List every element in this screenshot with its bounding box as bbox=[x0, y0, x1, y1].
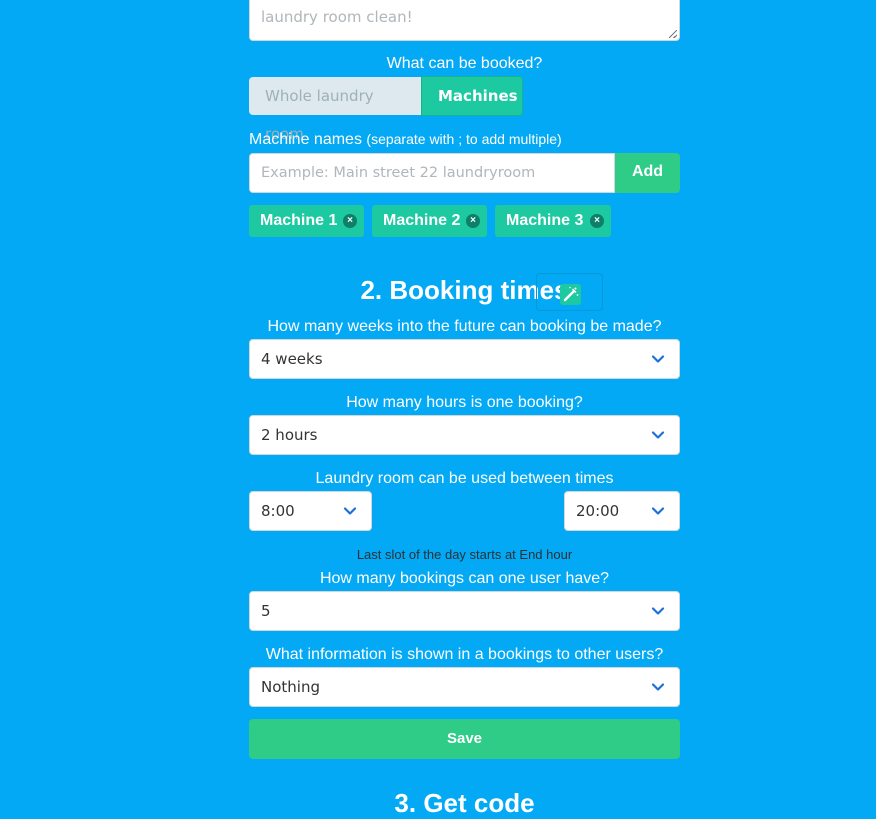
max-bookings-value: 5 bbox=[261, 602, 271, 620]
add-machine-button[interactable]: Add bbox=[615, 153, 680, 193]
option-whole-laundry-room[interactable]: Whole laundry room bbox=[249, 77, 421, 143]
info-select-value: Nothing bbox=[261, 678, 320, 696]
machine-name-input[interactable]: Example: Main street 22 laundryroom bbox=[249, 153, 615, 193]
option-machines[interactable]: Machines bbox=[421, 76, 523, 116]
bookable-toggle: Whole laundry room Machines bbox=[249, 76, 523, 143]
max-bookings-select[interactable]: 5 bbox=[249, 591, 680, 631]
close-icon[interactable]: × bbox=[343, 214, 357, 228]
save-button[interactable]: Save bbox=[249, 719, 680, 759]
machine-tag-label: Machine 1 bbox=[260, 212, 338, 229]
machine-tag: Machine 3 × bbox=[495, 205, 611, 237]
machine-tag: Machine 1 × bbox=[249, 205, 364, 237]
machine-names-label-hint: (separate with ; to add multiple) bbox=[366, 131, 562, 147]
start-time-value: 8:00 bbox=[261, 502, 295, 520]
machine-add-row: Example: Main street 22 laundryroom Add bbox=[249, 153, 680, 193]
times-hint: Last slot of the day starts at End hour bbox=[356, 547, 573, 562]
chevron-down-icon bbox=[651, 607, 665, 615]
chevron-down-icon bbox=[651, 683, 665, 691]
chevron-down-icon bbox=[651, 507, 665, 515]
chevron-down-icon bbox=[651, 355, 665, 363]
start-time-select[interactable]: 8:00 bbox=[249, 491, 372, 531]
machine-tag-label: Machine 2 bbox=[383, 212, 461, 229]
hours-select[interactable]: 2 hours bbox=[249, 415, 680, 455]
textarea-text-line: laundry room clean! bbox=[261, 8, 413, 26]
machine-tag: Machine 2 × bbox=[372, 205, 487, 237]
machine-name-placeholder: Example: Main street 22 laundryroom bbox=[261, 165, 536, 181]
weeks-question: How many weeks into the future can booki… bbox=[267, 318, 662, 335]
machine-names-label: Machine names (separate with ; to add mu… bbox=[249, 131, 562, 149]
resize-grip-icon[interactable] bbox=[669, 30, 677, 38]
hours-select-value: 2 hours bbox=[261, 426, 318, 444]
max-bookings-question: How many bookings can one user have? bbox=[319, 570, 610, 587]
booking-times-title: 2. Booking times bbox=[360, 275, 569, 305]
chevron-down-icon bbox=[343, 507, 357, 515]
magic-wand-button[interactable] bbox=[536, 273, 603, 311]
get-code-title: 3. Get code bbox=[394, 788, 535, 818]
weeks-select[interactable]: 4 weeks bbox=[249, 339, 680, 379]
magic-wand-icon bbox=[560, 284, 581, 305]
bookable-question: What can be booked? bbox=[386, 55, 543, 72]
info-question: What information is shown in a bookings … bbox=[265, 646, 664, 663]
close-icon[interactable]: × bbox=[466, 214, 480, 228]
hours-question: How many hours is one booking? bbox=[346, 394, 583, 411]
times-question: Laundry room can be used between times bbox=[315, 470, 614, 487]
close-icon[interactable]: × bbox=[590, 214, 604, 228]
machine-tag-label: Machine 3 bbox=[506, 212, 584, 229]
description-textarea[interactable]: laundry room clean! bbox=[249, 0, 680, 41]
end-time-value: 20:00 bbox=[576, 502, 620, 520]
weeks-select-value: 4 weeks bbox=[261, 350, 323, 368]
end-time-select[interactable]: 20:00 bbox=[564, 491, 680, 531]
machine-names-label-text: Machine names bbox=[249, 131, 362, 148]
info-select[interactable]: Nothing bbox=[249, 667, 680, 707]
chevron-down-icon bbox=[651, 431, 665, 439]
